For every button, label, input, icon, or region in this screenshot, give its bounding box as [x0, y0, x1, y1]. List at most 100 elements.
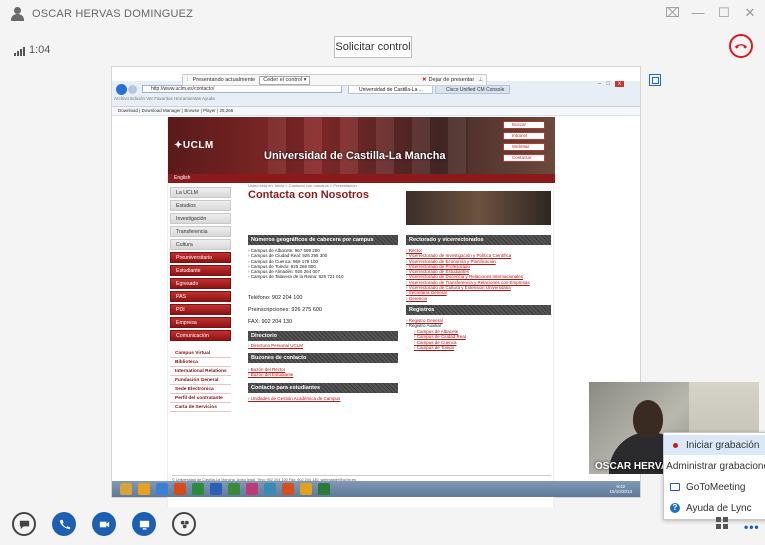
taskbar-app-icon[interactable]	[210, 483, 222, 495]
list-link[interactable]: Unidades de Gestión Académica de Campus	[248, 396, 398, 401]
stop-presenting-label: Dejar de presentar	[428, 77, 475, 83]
registry-campus-list: Campus de Albacete Campus de Ciudad Real…	[414, 329, 551, 350]
sidebar-item[interactable]: PAS	[170, 291, 231, 302]
chat-bubble-icon	[19, 520, 29, 529]
compact-view-icon[interactable]: ⌧	[665, 5, 680, 21]
video-button[interactable]	[92, 512, 116, 536]
university-name: Universidad de Castilla-La Mancha	[264, 150, 446, 162]
taskbar-app-icon[interactable]	[282, 483, 294, 495]
uclm-banner: ✦UCLM Universidad de Castilla-La Mancha …	[168, 117, 555, 174]
sidebar-item[interactable]: Transferencia	[170, 226, 231, 237]
sidebar-link[interactable]: Carta de Servicios	[170, 403, 231, 412]
section-header: Rectorado y vicerrectorados	[406, 235, 551, 245]
taskbar-app-icon[interactable]	[246, 483, 258, 495]
camera-icon	[99, 521, 109, 527]
shared-screen[interactable]: http://www.uclm.es/contacto/ Universidad…	[111, 66, 641, 507]
more-options-button[interactable]: •••	[744, 520, 760, 534]
quick-links: Buscar Intranet WebMail Contactar	[503, 121, 545, 162]
browser-menu-bar: Archivo Edición Ver Favoritos Herramient…	[114, 96, 215, 101]
layout-tiles-icon[interactable]	[715, 516, 729, 530]
sidebar-item[interactable]: Cultura	[170, 239, 231, 250]
page-title: Contacta con Nosotros	[248, 189, 370, 201]
menu-item-label: Iniciar grabación	[686, 439, 760, 451]
gotomeeting-icon	[670, 483, 680, 491]
stop-icon: ✕	[422, 77, 427, 83]
windows-taskbar: 9:42 16/10/2013	[112, 481, 640, 497]
taskbar-date: 16/10/2013	[609, 489, 632, 494]
browser-address-bar[interactable]: http://www.uclm.es/contacto/	[142, 85, 342, 93]
pushpin-icon[interactable]: ⊥	[478, 77, 483, 83]
menu-item-manage-recordings[interactable]: Administrar grabaciones	[664, 456, 765, 476]
taskbar-app-icon[interactable]	[228, 483, 240, 495]
site-sidebar: La UCLM Estudios Investigación Transfere…	[170, 187, 231, 412]
browser-tab-other[interactable]: Cisco Unified CM Console	[435, 85, 510, 94]
taskbar-app-icon[interactable]	[174, 483, 186, 495]
sidebar-item[interactable]: La UCLM	[170, 187, 231, 198]
menu-item-start-recording[interactable]: Iniciar grabación	[664, 435, 765, 455]
taskbar-app-icon[interactable]	[138, 483, 150, 495]
taskbar-app-icon[interactable]	[156, 483, 168, 495]
quick-link[interactable]: Intranet	[503, 132, 545, 140]
call-toolbar	[0, 500, 765, 545]
section-header: Registros	[406, 305, 551, 315]
breadcrumb: Usted está en: Inicio > Contacto con nos…	[248, 183, 357, 188]
taskbar-app-icon[interactable]	[192, 483, 204, 495]
minimize-icon[interactable]: —	[691, 5, 705, 21]
request-control-button[interactable]: Solicitar control	[334, 36, 412, 58]
close-icon[interactable]: ✕	[743, 5, 757, 21]
quick-link[interactable]: WebMail	[503, 143, 545, 151]
taskbar-app-icon[interactable]	[318, 483, 330, 495]
taskbar-app-icon[interactable]	[120, 483, 132, 495]
mailbox-list: Buzón del Rector Buzón del Estudiante	[248, 367, 398, 378]
sidebar-item[interactable]: Estudios	[170, 200, 231, 211]
audio-button[interactable]	[52, 512, 76, 536]
banner-photo	[268, 117, 468, 174]
sidebar-link[interactable]: Biblioteca	[170, 358, 231, 367]
stop-presenting-button[interactable]: ✕ Dejar de presentar	[422, 77, 474, 83]
presenting-label: Presentando actualmente	[192, 77, 256, 83]
sidebar-item[interactable]: Egresado	[170, 278, 231, 289]
im-button[interactable]	[12, 512, 36, 536]
sidebar-link[interactable]: Fundación General	[170, 376, 231, 385]
sidebar-item[interactable]: PDI	[170, 304, 231, 315]
sidebar-link[interactable]: Campus Virtual	[170, 349, 231, 358]
sidebar-link[interactable]: International Relations	[170, 367, 231, 376]
maximize-icon[interactable]: ☐	[717, 5, 731, 21]
web-page: ✦UCLM Universidad de Castilla-La Mancha …	[167, 117, 555, 507]
uclm-logo[interactable]: ✦UCLM	[174, 140, 214, 151]
browser-tab-active[interactable]: Universidad de Castilla-La ...	[348, 85, 433, 94]
list-link[interactable]: Directorio Personal UCLM	[248, 343, 398, 348]
taskbar-app-icon[interactable]	[300, 483, 312, 495]
pin-icon: ⁞	[187, 77, 189, 83]
hangup-button[interactable]	[729, 34, 753, 58]
give-control-dropdown[interactable]: Ceder el control ▾	[259, 75, 311, 85]
section-header: Directorio	[248, 331, 398, 341]
browser-window-controls: – □ x	[598, 81, 624, 87]
list-link[interactable]: Campus de Toledo	[414, 345, 551, 350]
sidebar-item[interactable]: Preuniversitario	[170, 252, 231, 263]
sidebar-item[interactable]: Investigación	[170, 213, 231, 224]
quick-link[interactable]: Buscar	[503, 121, 545, 129]
signal-strength-icon	[14, 47, 25, 56]
fullscreen-icon[interactable]	[649, 74, 661, 86]
browser-back-button[interactable]	[116, 84, 127, 95]
english-link[interactable]: English	[168, 174, 555, 183]
section-header: Buzones de contacto	[248, 353, 398, 363]
present-button[interactable]	[132, 512, 156, 536]
sidebar-link[interactable]: Perfil del contratante	[170, 394, 231, 403]
sidebar-item[interactable]: Comunicación	[170, 330, 231, 341]
presenting-bar: ⁞ Presentando actualmente Ceder el contr…	[182, 74, 487, 86]
quick-link[interactable]: Contactar	[503, 154, 545, 162]
telefono: Teléfono: 902 204 100	[248, 295, 303, 301]
list-link[interactable]: Gerencia	[406, 296, 551, 301]
record-icon	[672, 442, 678, 448]
browser-forward-button[interactable]	[128, 85, 137, 94]
list-link[interactable]: Buzón del Estudiante	[248, 372, 398, 377]
sidebar-link[interactable]: Sede Electrónica	[170, 385, 231, 394]
taskbar-app-icon[interactable]	[264, 483, 276, 495]
sidebar-item[interactable]: Estudiante	[170, 265, 231, 276]
sidebar-item[interactable]: Empresa	[170, 317, 231, 328]
fax: FAX: 902 204 130	[248, 319, 293, 325]
participants-button[interactable]	[172, 512, 196, 536]
menu-item-gotomeeting[interactable]: GoToMeeting	[664, 477, 765, 497]
